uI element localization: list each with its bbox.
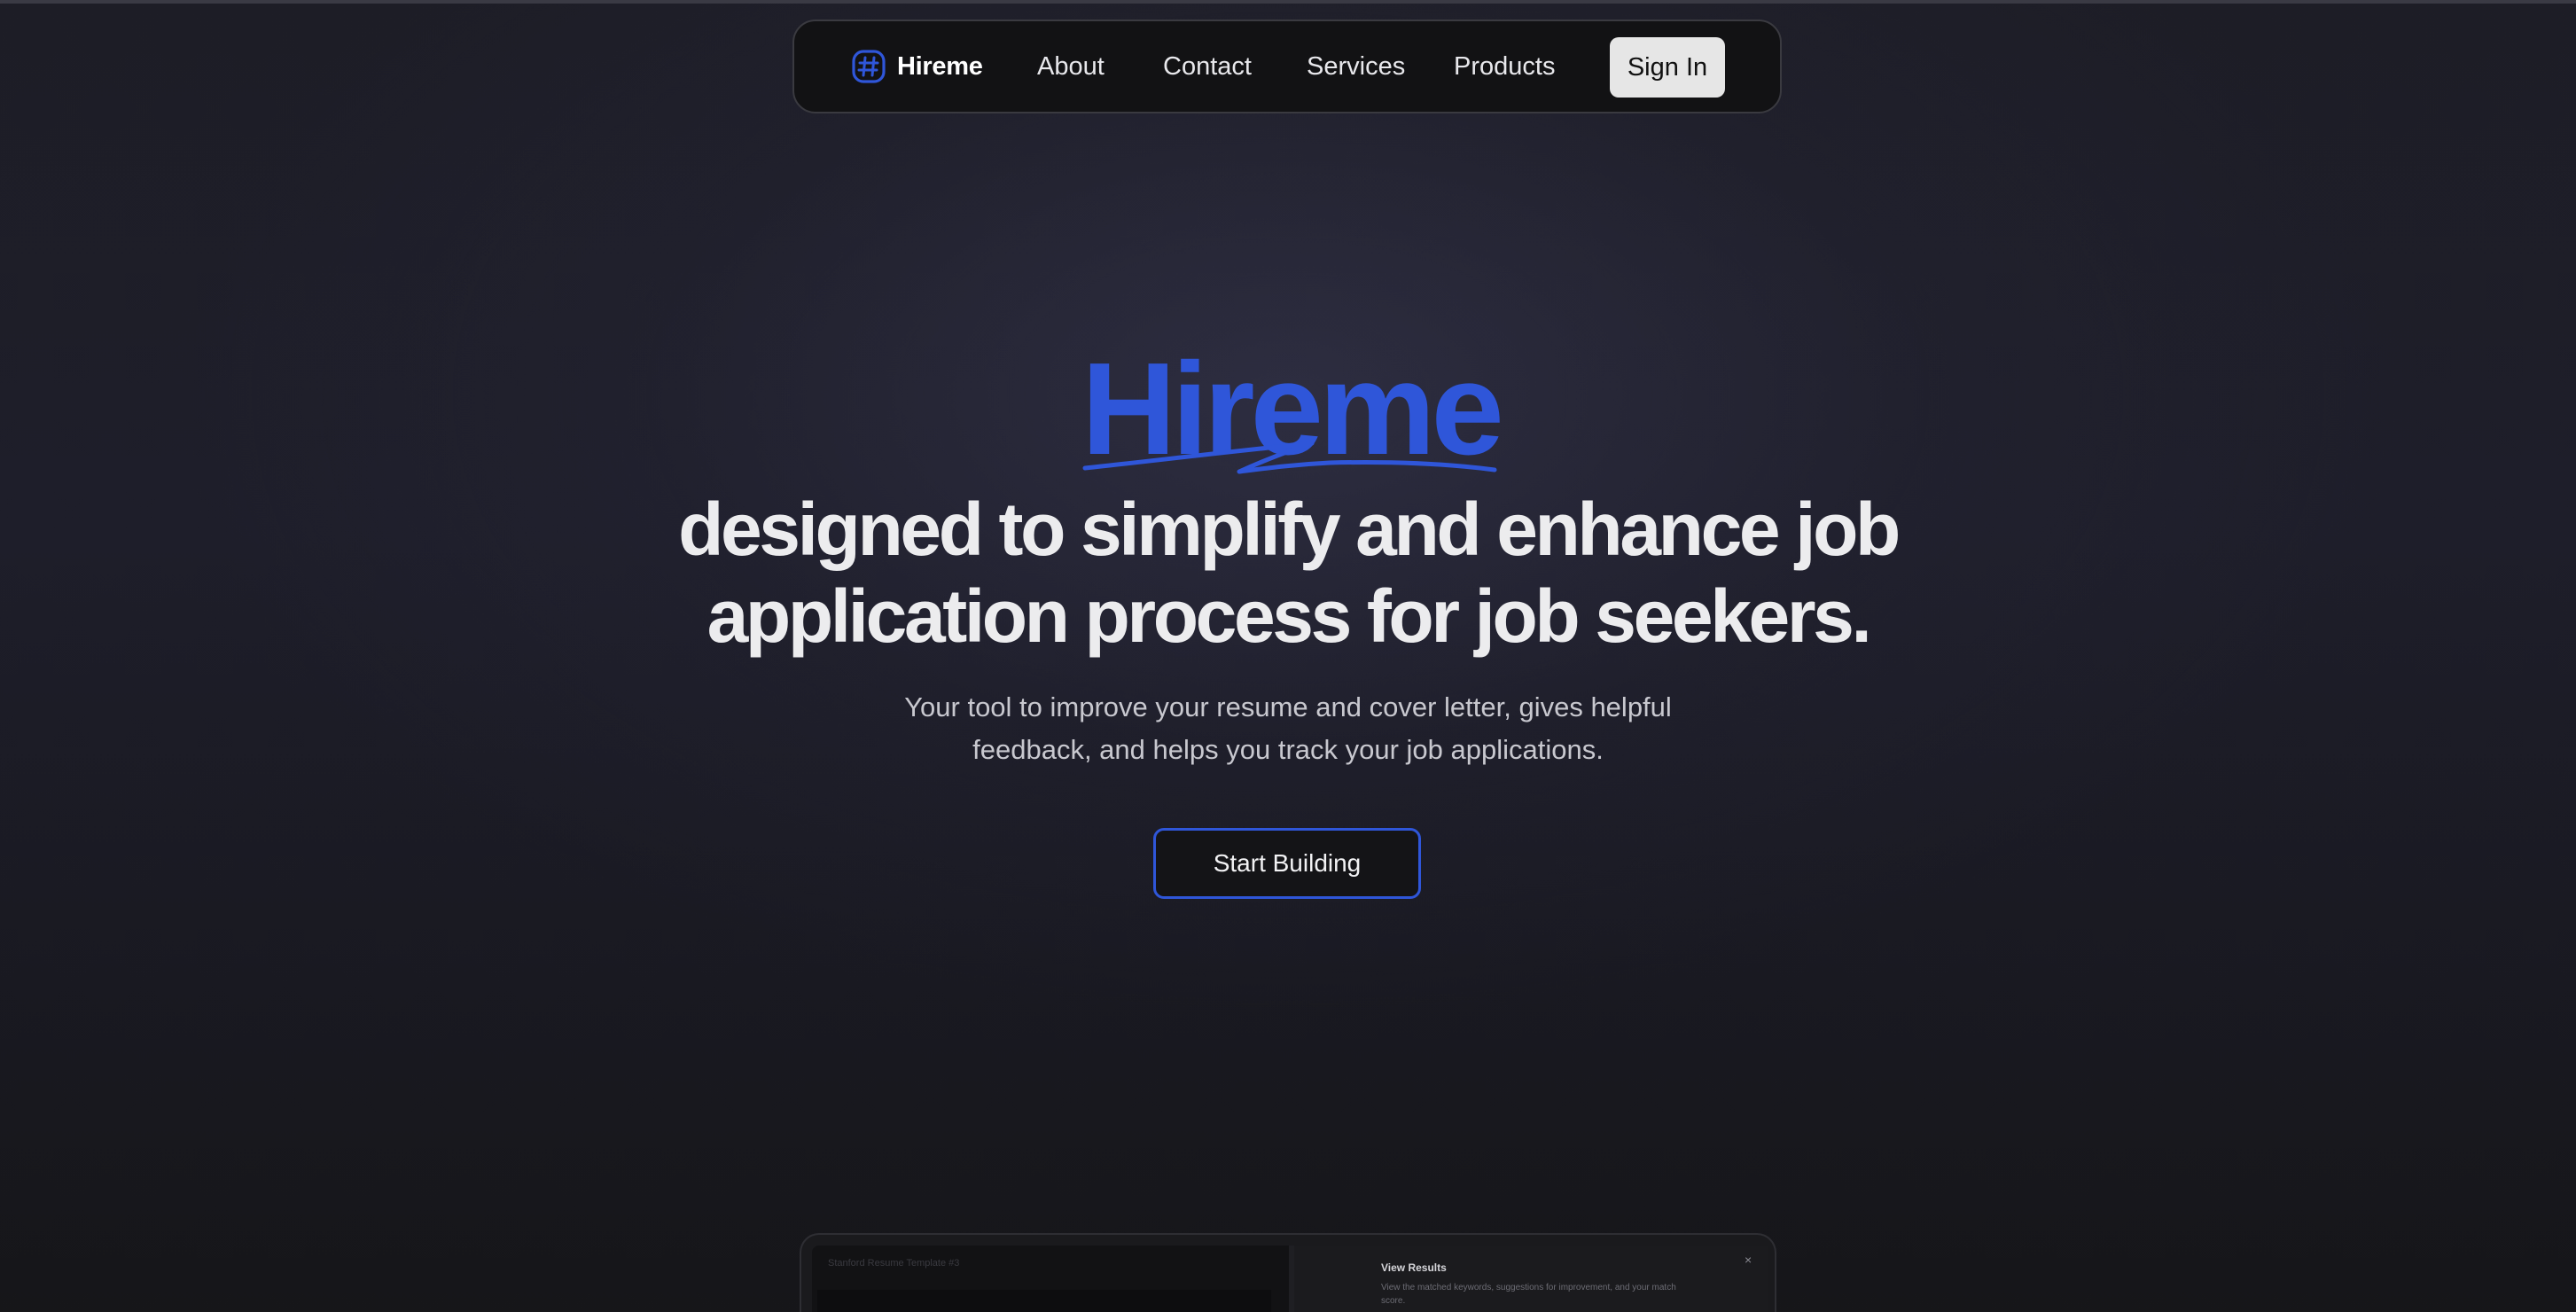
hero-subtext: Your tool to improve your resume and cov…: [904, 691, 1672, 765]
results-title: View Results: [1381, 1261, 1447, 1274]
brand-name: Hireme: [897, 51, 983, 81]
preview-template-title: Stanford Resume Template #3: [828, 1258, 960, 1269]
brand-link[interactable]: Hireme: [851, 21, 983, 112]
nav-link-products[interactable]: Products: [1454, 21, 1555, 112]
results-description: View the matched keywords, suggestions f…: [1381, 1283, 1676, 1306]
hero-headline: designed to simplify and enhance job app…: [678, 488, 1901, 658]
close-icon[interactable]: ×: [1745, 1253, 1752, 1267]
sign-in-button[interactable]: Sign In: [1610, 37, 1725, 98]
hash-icon: [852, 50, 886, 83]
preview-results-pane: View Results View the matched keywords, …: [1294, 1246, 1768, 1312]
preview-document: [817, 1290, 1271, 1312]
nav-link-about[interactable]: About: [1037, 21, 1105, 112]
navbar: Hireme About Contact Services Products S…: [792, 20, 1782, 113]
nav-link-services[interactable]: Services: [1307, 21, 1405, 112]
page: Hireme About Contact Services Products S…: [0, 4, 2576, 1312]
underline-scribble: [1082, 441, 1497, 474]
nav-link-contact[interactable]: Contact: [1163, 21, 1252, 112]
app-preview: Stanford Resume Template #3 View Results…: [800, 1233, 1776, 1312]
preview-editor-pane: Stanford Resume Template #3: [812, 1246, 1289, 1312]
start-building-button[interactable]: Start Building: [1153, 828, 1421, 899]
hero-brand: Hireme: [1081, 339, 1504, 498]
